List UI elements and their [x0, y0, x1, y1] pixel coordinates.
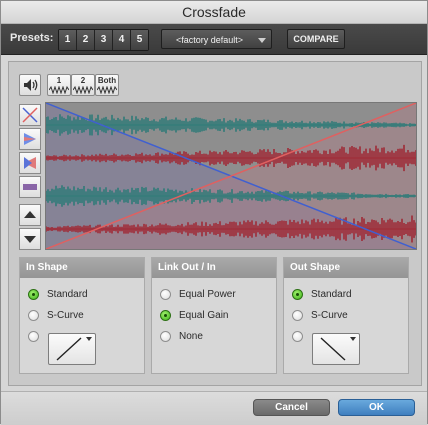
ok-button[interactable]: OK	[338, 399, 415, 416]
view-both-button[interactable]: Both	[95, 74, 119, 96]
radio-button[interactable]	[292, 330, 303, 342]
zoom-out-button[interactable]	[19, 228, 41, 250]
in-shape-standard-option[interactable]: Standard	[28, 287, 88, 301]
presets-toolbar: Presets: 1 2 3 4 5 <factory default> COM…	[1, 24, 427, 55]
radio-button[interactable]	[28, 309, 39, 321]
chevron-down-icon	[350, 337, 356, 341]
radio-label: Equal Power	[179, 288, 236, 300]
waveform-icon	[97, 86, 117, 94]
radio-label: Equal Gain	[179, 309, 229, 321]
in-shape-section: In Shape Standard S-Curve	[19, 257, 145, 374]
crossfade-waveform-display[interactable]	[45, 102, 417, 250]
out-shape-title: Out Shape	[284, 258, 408, 278]
view-fade-out-button[interactable]: 2	[71, 74, 95, 96]
triangle-up-icon	[24, 211, 36, 218]
radio-label: None	[179, 330, 203, 342]
radio-label: Standard	[47, 288, 88, 300]
both-label: Both	[97, 76, 117, 85]
cancel-button[interactable]: Cancel	[253, 399, 330, 416]
factory-preset-value: <factory default>	[176, 35, 244, 45]
out-shape-section: Out Shape Standard S-Curve	[283, 257, 409, 374]
waveform-icon	[49, 86, 69, 94]
preset-2-button[interactable]: 2	[77, 30, 94, 50]
fade-in-label: 1	[56, 76, 62, 85]
preset-button-group: 1 2 3 4 5	[58, 29, 149, 51]
link-none-option[interactable]: None	[160, 329, 203, 343]
out-shape-custom-option[interactable]	[292, 329, 311, 343]
show-fade-in-button[interactable]	[19, 128, 41, 150]
link-section: Link Out / In Equal Power Equal Gain Non…	[151, 257, 277, 374]
in-shape-scurve-option[interactable]: S-Curve	[28, 308, 84, 322]
radio-label: S-Curve	[311, 309, 348, 321]
fade-out-label: 2	[80, 76, 86, 85]
radio-button[interactable]	[160, 309, 171, 321]
audition-button[interactable]	[19, 74, 41, 96]
preset-4-button[interactable]: 4	[113, 30, 130, 50]
in-shape-title: In Shape	[20, 258, 144, 278]
zoom-in-button[interactable]	[19, 204, 41, 226]
sum-bar-icon	[23, 184, 37, 190]
out-shape-curve-dropdown[interactable]	[312, 333, 360, 365]
window-title: Crossfade	[1, 1, 427, 24]
crossfade-window: Crossfade Presets: 1 2 3 4 5 <factory de…	[0, 0, 428, 425]
show-fade-out-button[interactable]	[19, 152, 41, 174]
link-title: Link Out / In	[152, 258, 276, 278]
chevron-down-icon	[258, 38, 266, 43]
link-equal-power-option[interactable]: Equal Power	[160, 287, 236, 301]
radio-button[interactable]	[292, 309, 303, 321]
preset-1-button[interactable]: 1	[59, 30, 76, 50]
crossfade-editor-panel: 1 2 Both In Shape Standard S-Curve Link …	[8, 61, 422, 386]
radio-button[interactable]	[160, 330, 171, 342]
out-shape-standard-option[interactable]: Standard	[292, 287, 352, 301]
link-equal-gain-option[interactable]: Equal Gain	[160, 308, 228, 322]
fade-out-icon	[24, 157, 36, 169]
chevron-down-icon	[86, 337, 92, 341]
speaker-icon	[24, 79, 38, 91]
in-shape-curve-dropdown[interactable]	[48, 333, 96, 365]
show-sum-button[interactable]	[19, 176, 41, 198]
preset-3-button[interactable]: 3	[95, 30, 112, 50]
in-shape-custom-option[interactable]	[28, 329, 47, 343]
waveform-view	[46, 103, 416, 249]
cross-curve-icon	[22, 107, 38, 123]
radio-label: Standard	[311, 288, 352, 300]
view-fade-in-button[interactable]: 1	[47, 74, 71, 96]
radio-label: S-Curve	[47, 309, 84, 321]
waveform-icon	[73, 86, 93, 94]
compare-button[interactable]: COMPARE	[287, 29, 345, 49]
presets-label: Presets:	[10, 32, 54, 44]
factory-preset-dropdown[interactable]: <factory default>	[161, 29, 272, 49]
radio-button[interactable]	[292, 288, 303, 300]
triangle-down-icon	[24, 236, 36, 243]
show-fade-curves-button[interactable]	[19, 104, 41, 126]
fade-in-icon	[24, 133, 36, 145]
radio-button[interactable]	[28, 330, 39, 342]
dialog-footer: Cancel OK	[1, 391, 427, 425]
preset-5-button[interactable]: 5	[131, 30, 148, 50]
radio-button[interactable]	[160, 288, 171, 300]
out-shape-scurve-option[interactable]: S-Curve	[292, 308, 348, 322]
radio-button[interactable]	[28, 288, 39, 300]
